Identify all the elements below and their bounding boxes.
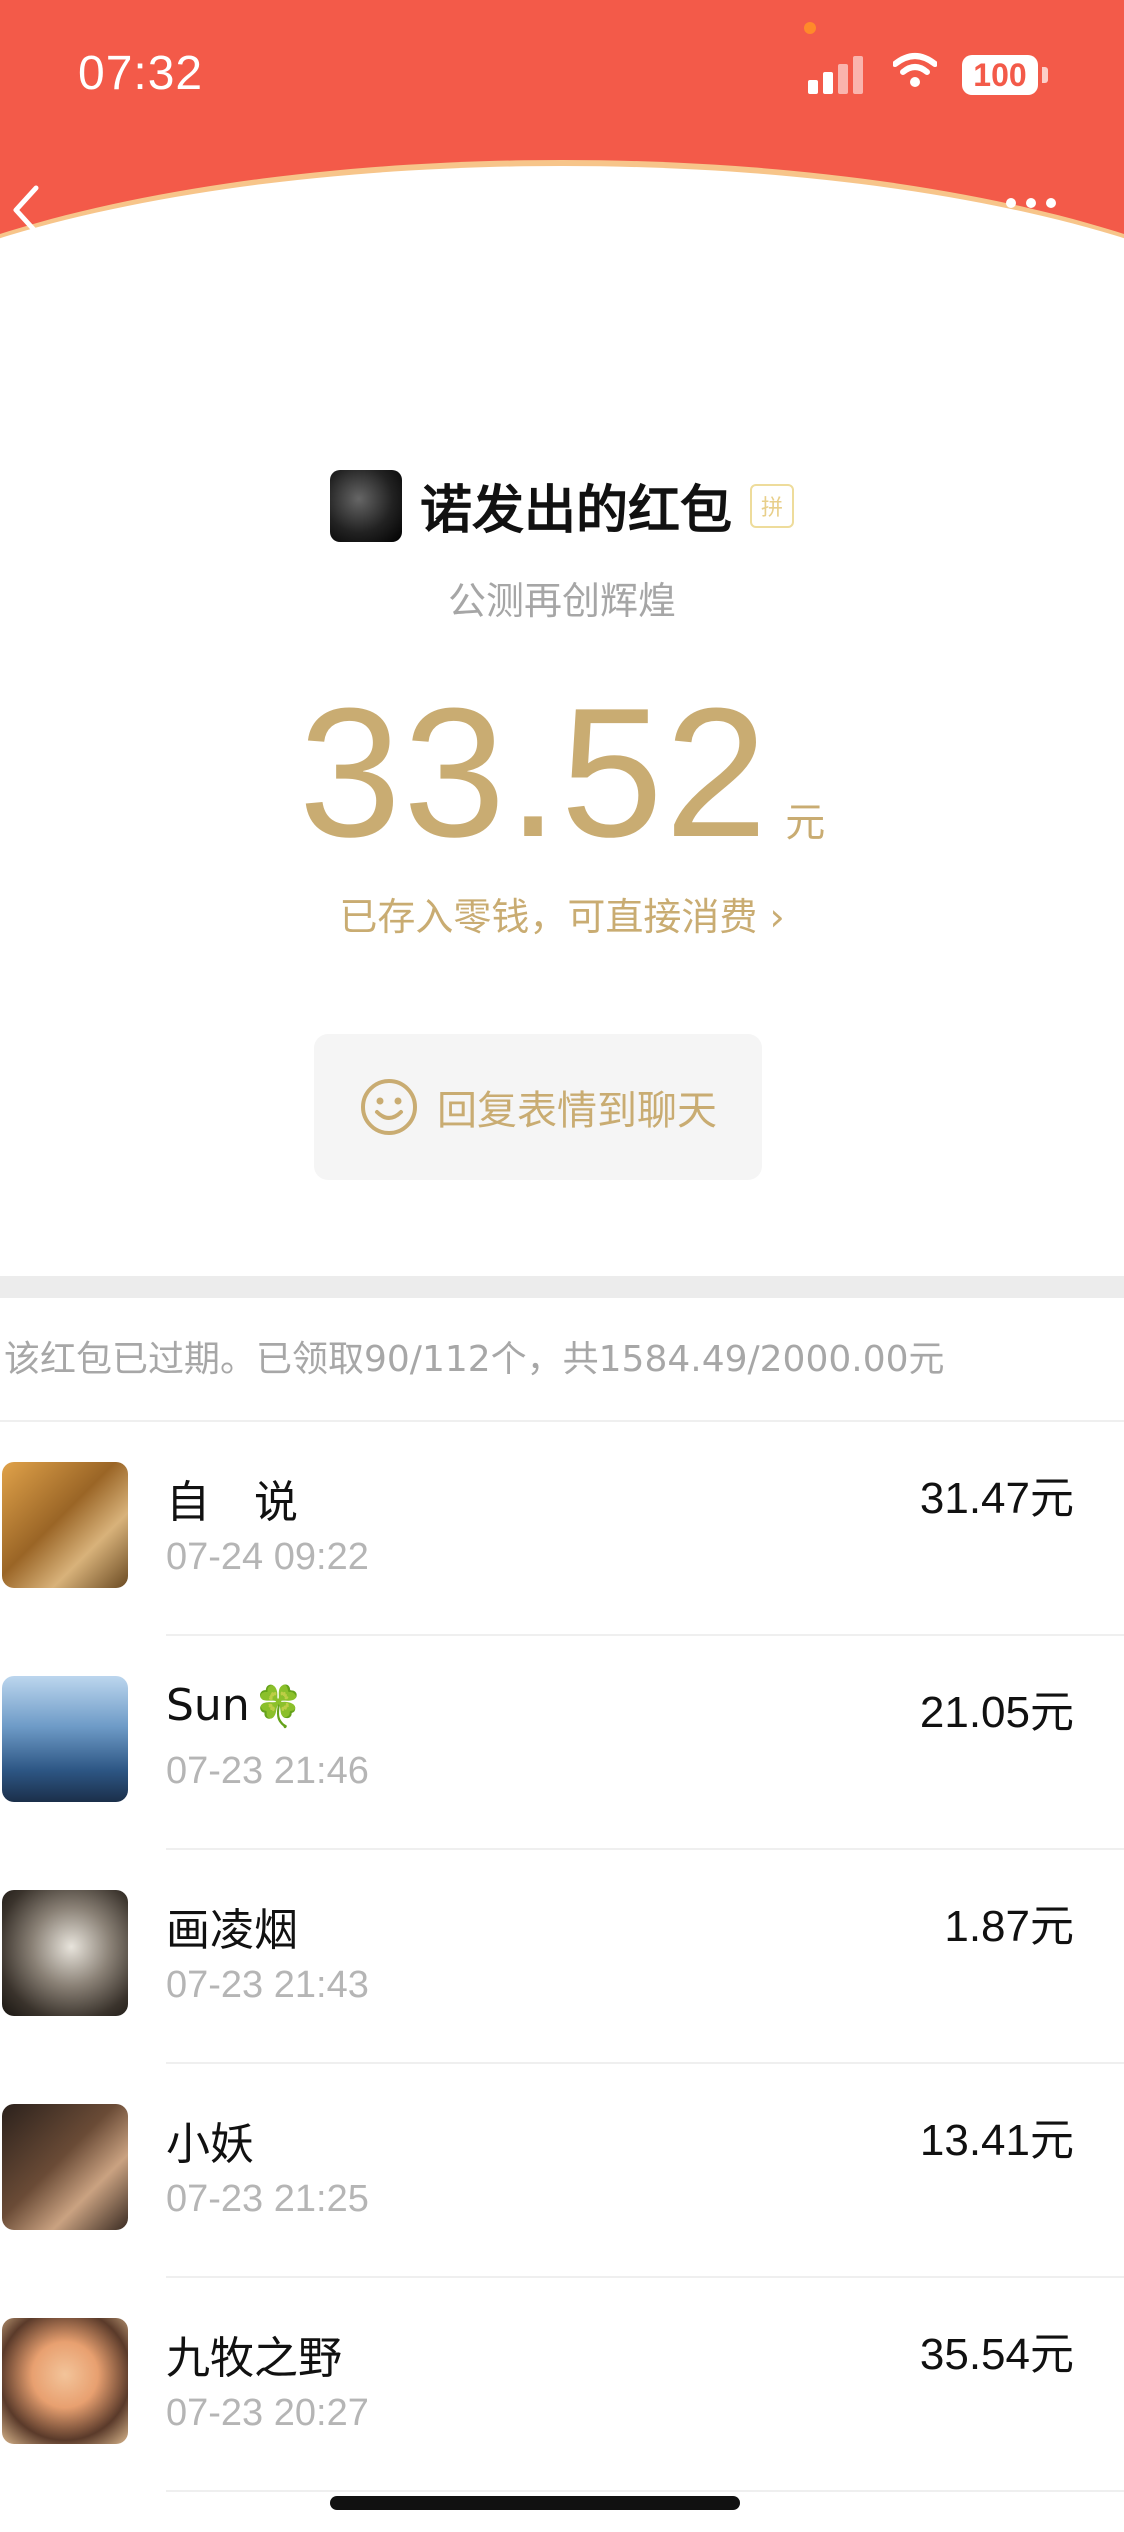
amount-unit: 元: [785, 800, 826, 846]
list-item[interactable]: 小妖 07-23 21:25 13.41元: [0, 2064, 1124, 2278]
sender-avatar[interactable]: [329, 469, 402, 542]
list-item[interactable]: Sun 🍀 07-23 21:46 21.05元: [0, 1636, 1124, 1850]
avatar[interactable]: [2, 1676, 128, 1802]
sender-title: 诺发出的红包: [419, 481, 732, 541]
recipient-name: Sun 🍀: [166, 1680, 304, 1731]
amount-row: 33.52 元: [0, 680, 1124, 864]
claim-amount: 35.54元: [919, 2330, 1074, 2379]
recipient-list: 自 说 07-24 09:22 31.47元 Sun 🍀 07-23 21:46 …: [0, 1422, 1124, 2492]
avatar[interactable]: [2, 1890, 128, 2016]
received-amount: 33.52: [298, 669, 770, 875]
wallet-link[interactable]: 已存入零钱，可直接消费 ›: [0, 886, 1124, 941]
notification-dot: [804, 22, 816, 34]
claim-time: 07-23 20:27: [166, 2392, 369, 2434]
status-time: 07:32: [78, 47, 204, 100]
clover-icon: 🍀: [253, 1684, 304, 1730]
blessing-text: 公测再创辉煌: [447, 579, 676, 623]
avatar[interactable]: [2, 2104, 128, 2230]
section-divider: [0, 1276, 1124, 1298]
claim-amount: 31.47元: [919, 1474, 1074, 1523]
reply-sticker-button[interactable]: 回复表情到聊天: [314, 1034, 762, 1180]
battery-icon: 100: [962, 55, 1038, 95]
list-item[interactable]: 画凌烟 07-23 21:43 1.87元: [0, 1850, 1124, 2064]
claim-summary: 该红包已过期。已领取90/112个，共1584.49/2000.00元: [4, 1339, 945, 1380]
more-dots-icon[interactable]: [1006, 198, 1070, 218]
recipient-name: 自 说: [166, 1477, 298, 1528]
wifi-icon: [893, 53, 937, 87]
claim-amount: 21.05元: [919, 1688, 1074, 1737]
recipient-name: 画凌烟: [166, 1905, 298, 1956]
claim-time: 07-23 21:25: [166, 2178, 369, 2220]
reply-label: 回复表情到聊天: [437, 1088, 717, 1134]
divider: [166, 2490, 1124, 2492]
home-indicator[interactable]: [330, 2496, 740, 2510]
list-item[interactable]: 自 说 07-24 09:22 31.47元: [0, 1422, 1124, 1636]
list-item[interactable]: 九牧之野 07-23 20:27 35.54元: [0, 2278, 1124, 2492]
avatar[interactable]: [2, 2318, 128, 2444]
sender-row: 诺发出的红包 拼: [0, 468, 1124, 543]
recipient-name: 小妖: [166, 2119, 254, 2170]
chevron-left-icon[interactable]: [6, 180, 46, 240]
smiley-icon: [361, 1079, 417, 1135]
claim-time: 07-24 09:22: [166, 1536, 369, 1578]
recipient-name-text: Sun: [166, 1680, 250, 1731]
claim-time: 07-23 21:43: [166, 1964, 369, 2006]
recipient-name: 九牧之野: [166, 2333, 342, 2384]
group-badge: 拼: [750, 483, 794, 528]
signal-icon: [808, 56, 863, 94]
claim-time: 07-23 21:46: [166, 1750, 369, 1792]
claim-amount: 13.41元: [919, 2116, 1074, 2165]
battery-tip: [1042, 67, 1048, 83]
header-curve: [0, 160, 1124, 380]
claim-amount: 1.87元: [944, 1902, 1074, 1951]
avatar[interactable]: [2, 1462, 128, 1588]
header: 07:32 100: [0, 0, 1124, 380]
